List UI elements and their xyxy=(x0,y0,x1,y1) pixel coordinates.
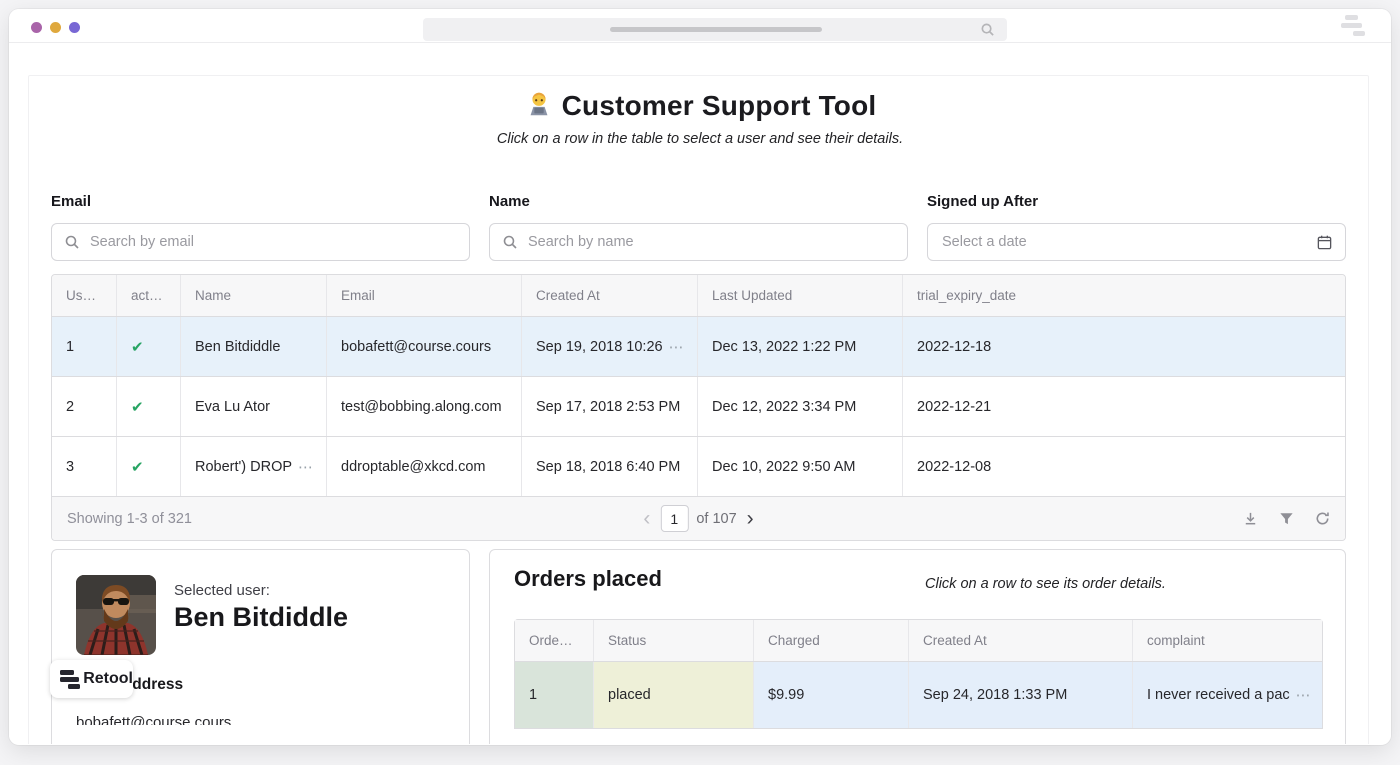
row-count-status: Showing 1-3 of 321 xyxy=(67,511,192,527)
email-search-input[interactable] xyxy=(90,224,459,260)
calendar-icon[interactable] xyxy=(1316,234,1333,256)
app-canvas: Customer Support Tool Click on a row in … xyxy=(9,43,1391,744)
window-minimize-button[interactable] xyxy=(50,22,61,33)
pagination: ‹ of 107 › xyxy=(641,505,755,532)
column-header-email[interactable]: Email xyxy=(327,275,522,316)
cell-complaint: I never received a pac xyxy=(1147,687,1290,703)
column-header-created-at[interactable]: Created At xyxy=(909,620,1133,661)
selected-user-label: Selected user: xyxy=(174,582,270,599)
chevron-left-icon[interactable]: ‹ xyxy=(641,509,652,529)
cell-created-at: Sep 19, 2018 10:26 xyxy=(536,339,663,355)
cell-email: test@bobbing.along.com xyxy=(327,377,522,436)
orders-subtitle: Click on a row to see its order details. xyxy=(925,576,1166,592)
table-row[interactable]: 1 ✔ Ben Bitdiddle bobafett@course.cours … xyxy=(52,317,1345,377)
cell-last-updated: Dec 10, 2022 9:50 AM xyxy=(698,437,903,496)
name-filter-label: Name xyxy=(489,193,908,210)
search-icon xyxy=(64,234,80,255)
filter-icon[interactable] xyxy=(1278,510,1295,527)
cell-email: ddroptable@xkcd.com xyxy=(327,437,522,496)
email-address-value: bobafett@course.cours xyxy=(76,714,231,725)
download-icon[interactable] xyxy=(1242,510,1259,527)
cell-status: placed xyxy=(594,662,754,728)
cell-trial-expiry: 2022-12-21 xyxy=(903,377,1345,436)
cell-trial-expiry: 2022-12-18 xyxy=(903,317,1345,376)
orders-table: Orde… Status Charged Created At complain… xyxy=(514,619,1323,729)
column-header-created-at[interactable]: Created At xyxy=(522,275,698,316)
refresh-icon[interactable] xyxy=(1314,510,1331,527)
table-row[interactable]: 2 ✔ Eva Lu Ator test@bobbing.along.com S… xyxy=(52,377,1345,437)
window-maximize-button[interactable] xyxy=(69,22,80,33)
name-search-input[interactable] xyxy=(528,224,897,260)
signed-up-after-filter: Signed up After xyxy=(927,193,1346,261)
active-check-icon: ✔ xyxy=(131,458,144,476)
table-row[interactable]: 3 ✔ Robert') DROP ⋯ ddroptable@xkcd.com … xyxy=(52,437,1345,497)
users-table-header: Us… act… Name Email Created At Last Upda… xyxy=(52,275,1345,317)
orders-title: Orders placed xyxy=(514,566,662,592)
page-title: Customer Support Tool xyxy=(9,89,1391,126)
search-icon xyxy=(980,22,995,42)
retool-badge[interactable]: Retool xyxy=(50,660,133,698)
column-header-name[interactable]: Name xyxy=(181,275,327,316)
page-count-label: of 107 xyxy=(696,511,736,527)
cell-last-updated: Dec 12, 2022 3:34 PM xyxy=(698,377,903,436)
browser-window: Customer Support Tool Click on a row in … xyxy=(9,9,1391,745)
cell-user-id: 1 xyxy=(52,317,117,376)
cell-created-at: Sep 18, 2018 6:40 PM xyxy=(522,437,698,496)
column-header-status[interactable]: Status xyxy=(594,620,754,661)
search-icon xyxy=(502,234,518,255)
table-row[interactable]: 1 placed $9.99 Sep 24, 2018 1:33 PM I ne… xyxy=(515,662,1322,728)
retool-logo-icon xyxy=(60,669,77,690)
cell-email: bobafett@course.cours xyxy=(327,317,522,376)
column-header-active[interactable]: act… xyxy=(117,275,181,316)
page-number-input[interactable] xyxy=(660,505,688,532)
cell-overflow-icon[interactable]: ⋯ xyxy=(292,458,314,476)
selected-user-name: Ben Bitdiddle xyxy=(174,602,348,633)
technologist-emoji-icon xyxy=(524,89,554,126)
cell-name: Ben Bitdiddle xyxy=(181,317,327,376)
cell-name: Eva Lu Ator xyxy=(181,377,327,436)
window-controls xyxy=(31,22,80,33)
retool-badge-label: Retool xyxy=(83,670,133,688)
column-header-order-id[interactable]: Orde… xyxy=(515,620,594,661)
email-filter-label: Email xyxy=(51,193,470,210)
date-picker-input[interactable] xyxy=(942,224,1307,260)
address-bar[interactable] xyxy=(423,18,1007,41)
signed-up-after-label: Signed up After xyxy=(927,193,1346,210)
cell-last-updated: Dec 13, 2022 1:22 PM xyxy=(698,317,903,376)
window-close-button[interactable] xyxy=(31,22,42,33)
users-table: Us… act… Name Email Created At Last Upda… xyxy=(51,274,1346,541)
browser-menu-icon[interactable] xyxy=(1335,13,1369,39)
table-footer: Showing 1-3 of 321 ‹ of 107 › xyxy=(52,497,1345,540)
user-avatar xyxy=(76,575,156,655)
column-header-trial-expiry-date[interactable]: trial_expiry_date xyxy=(903,275,1345,316)
column-header-user-id[interactable]: Us… xyxy=(52,275,117,316)
cell-user-id: 3 xyxy=(52,437,117,496)
selected-user-card: Selected user: Ben Bitdiddle Email Addre… xyxy=(51,549,470,744)
name-filter: Name xyxy=(489,193,908,261)
cell-created-at: Sep 17, 2018 2:53 PM xyxy=(522,377,698,436)
page-subtitle: Click on a row in the table to select a … xyxy=(9,131,1391,147)
cell-charged: $9.99 xyxy=(754,662,909,728)
browser-chrome xyxy=(9,9,1391,43)
cell-order-id: 1 xyxy=(515,662,594,728)
email-filter: Email xyxy=(51,193,470,261)
active-check-icon: ✔ xyxy=(131,398,144,416)
cell-overflow-icon[interactable]: ⋯ xyxy=(663,338,685,356)
column-header-charged[interactable]: Charged xyxy=(754,620,909,661)
column-header-complaint[interactable]: complaint xyxy=(1133,620,1322,661)
cell-name: Robert') DROP xyxy=(195,459,292,475)
orders-table-header: Orde… Status Charged Created At complain… xyxy=(515,620,1322,662)
active-check-icon: ✔ xyxy=(131,338,144,356)
address-bar-placeholder xyxy=(610,27,822,32)
page-title-text: Customer Support Tool xyxy=(562,90,877,121)
column-header-last-updated[interactable]: Last Updated xyxy=(698,275,903,316)
cell-created-at: Sep 24, 2018 1:33 PM xyxy=(909,662,1133,728)
cell-user-id: 2 xyxy=(52,377,117,436)
cell-trial-expiry: 2022-12-08 xyxy=(903,437,1345,496)
cell-overflow-icon[interactable]: ⋯ xyxy=(1290,686,1312,704)
chevron-right-icon[interactable]: › xyxy=(745,509,756,529)
orders-card: Orders placed Click on a row to see its … xyxy=(489,549,1346,744)
